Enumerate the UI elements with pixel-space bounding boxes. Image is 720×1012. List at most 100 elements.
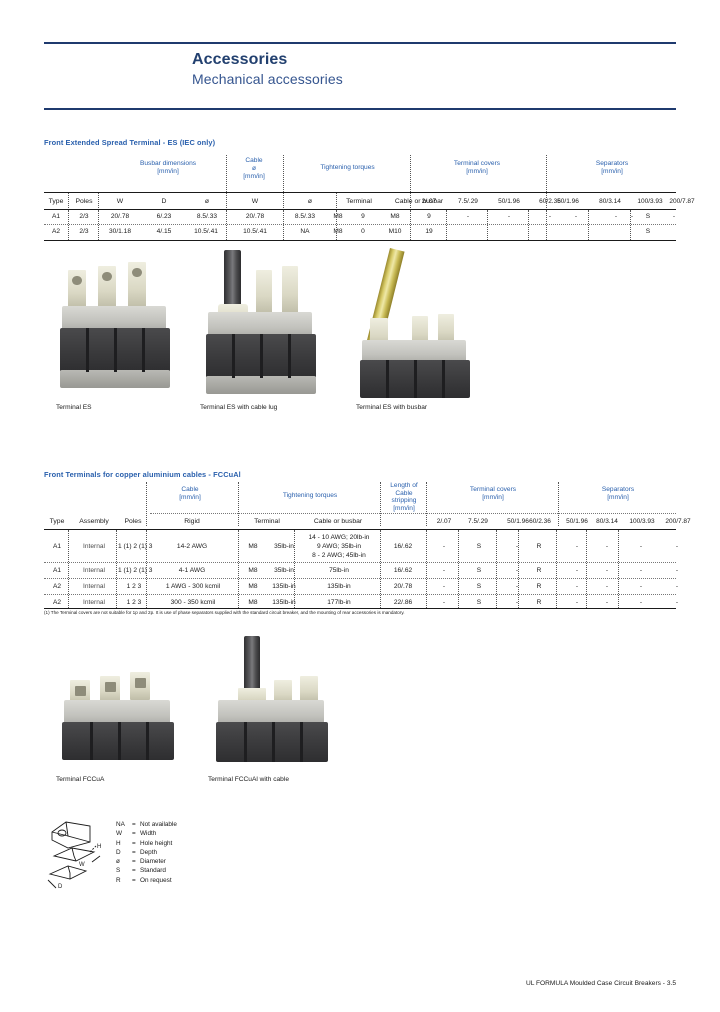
table-row: A1 xyxy=(51,213,61,220)
table-row: - xyxy=(507,213,511,220)
table-row: - xyxy=(442,583,446,590)
table-row: A2 xyxy=(52,583,62,590)
divider xyxy=(238,530,239,608)
group-terminal-covers: Terminal covers [mm/in] xyxy=(469,486,517,502)
table-row: 20/.78 xyxy=(110,213,130,220)
legend-item: D = Depth xyxy=(116,848,177,857)
table-row: M8 xyxy=(390,213,400,220)
divider xyxy=(226,210,227,240)
group-cable-diameter: Cable ø [mm/in] xyxy=(243,157,265,181)
legend-symbol: D xyxy=(116,848,121,856)
table-row: R xyxy=(536,543,542,550)
table-row: 19 xyxy=(425,228,433,235)
table-rule xyxy=(44,240,676,241)
legend-meaning: Depth xyxy=(140,848,158,856)
table-row: 9 AWG; 35lb-in xyxy=(316,543,362,550)
table-row: S xyxy=(476,567,482,574)
legend-meaning: Width xyxy=(140,830,157,838)
legend-list: NA = Not available W = Width H = Hole he… xyxy=(116,820,177,885)
divider xyxy=(496,530,497,608)
table-row: 20/.78 xyxy=(393,583,413,590)
numcol-5: 80/3.14 xyxy=(599,198,621,205)
dimension-sketch-icon: H W D xyxy=(47,821,101,890)
table-row: Internal xyxy=(83,567,105,574)
legend-item: R = On request xyxy=(116,876,177,885)
photo-caption: Terminal ES with cable lug xyxy=(200,404,278,411)
numcol-3: 60/2.36 xyxy=(529,518,551,525)
photo-caption: Terminal FCCuAl with cable xyxy=(208,776,289,783)
table-row: 1 AWG - 300 kcmil xyxy=(165,583,221,590)
legend-eq: = xyxy=(132,867,136,875)
legend-meaning: Not available xyxy=(140,821,177,828)
divider xyxy=(226,155,227,212)
table-row: 4/.15 xyxy=(156,228,172,235)
divider xyxy=(588,210,589,240)
table-row: 8.5/.33 xyxy=(196,213,218,220)
col-type: Type xyxy=(48,198,64,205)
col-terminal: Terminal xyxy=(254,518,280,525)
table-row: Internal xyxy=(83,543,105,550)
divider xyxy=(410,210,411,240)
photo-terminal-es xyxy=(56,262,196,397)
legend-item: ø = Diameter xyxy=(116,857,177,866)
photo-terminal-fccual-cable xyxy=(204,636,354,772)
photo-terminal-es-busbar xyxy=(350,248,510,400)
table-row: M10 xyxy=(388,228,402,235)
table-rule xyxy=(44,562,676,563)
divider xyxy=(426,482,427,526)
legend-label-d: D xyxy=(58,884,63,890)
divider xyxy=(586,530,587,608)
legend-eq: = xyxy=(132,848,136,856)
legend-item: H = Hole height xyxy=(116,839,177,848)
col-d: D xyxy=(161,198,167,205)
col-poles: Poles xyxy=(124,518,142,525)
legend-symbol: S xyxy=(116,867,121,875)
divider xyxy=(380,530,381,608)
divider xyxy=(336,210,337,240)
divider xyxy=(146,530,147,608)
numcol-0: 2/.07 xyxy=(421,198,437,205)
group-separators: Separators [mm/in] xyxy=(595,160,629,176)
legend-diagram: H W D xyxy=(46,818,112,890)
divider xyxy=(294,530,295,608)
photo-caption: Terminal ES xyxy=(56,404,92,411)
divider xyxy=(446,210,447,240)
table-row: 16/.62 xyxy=(393,567,413,574)
table-row: M8 xyxy=(333,213,343,220)
divider xyxy=(426,530,427,608)
table-row: A1 xyxy=(52,567,62,574)
table-rule xyxy=(44,209,676,210)
legend-eq: = xyxy=(132,830,136,838)
divider xyxy=(630,210,631,240)
table-row: - xyxy=(675,583,679,590)
table-row: - xyxy=(675,599,679,606)
group-tightening-torques: Tightening torques xyxy=(320,164,375,171)
table-row: S xyxy=(645,228,651,235)
col-cable-or-busbar: Cable or busbar xyxy=(313,518,363,525)
legend-eq: = xyxy=(132,821,136,828)
table-row: 30/1.18 xyxy=(109,228,131,235)
table-row: 14-2 AWG xyxy=(176,543,208,550)
divider xyxy=(380,482,381,526)
table-row: A1 xyxy=(52,543,62,550)
table-footnote: (1) The Terminal covers are not suitable… xyxy=(44,610,405,615)
numcol-4: 50/1.96 xyxy=(557,198,579,205)
legend-item: NA = Not available xyxy=(116,820,177,829)
table-row: M8 xyxy=(248,583,258,590)
photo-caption: Terminal FCCuA xyxy=(56,776,105,783)
divider xyxy=(458,530,459,608)
legend-meaning: On request xyxy=(140,876,172,884)
section1-title: Front Extended Spread Terminal - ES (IEC… xyxy=(44,138,216,147)
table-row: 8 - 2 AWG; 45lb-in xyxy=(312,552,366,559)
legend-label-w: W xyxy=(79,862,85,868)
col-type: Type xyxy=(49,518,65,525)
table-row: - xyxy=(466,213,470,220)
table-row: - xyxy=(672,213,676,220)
divider xyxy=(528,210,529,240)
table-row: A2 xyxy=(51,228,61,235)
table-row: 20/.78 xyxy=(245,213,265,220)
divider xyxy=(68,210,69,240)
table-rule xyxy=(44,578,676,579)
numcol-1: 7.5/.29 xyxy=(468,518,488,525)
table-row: M8 xyxy=(248,599,258,606)
